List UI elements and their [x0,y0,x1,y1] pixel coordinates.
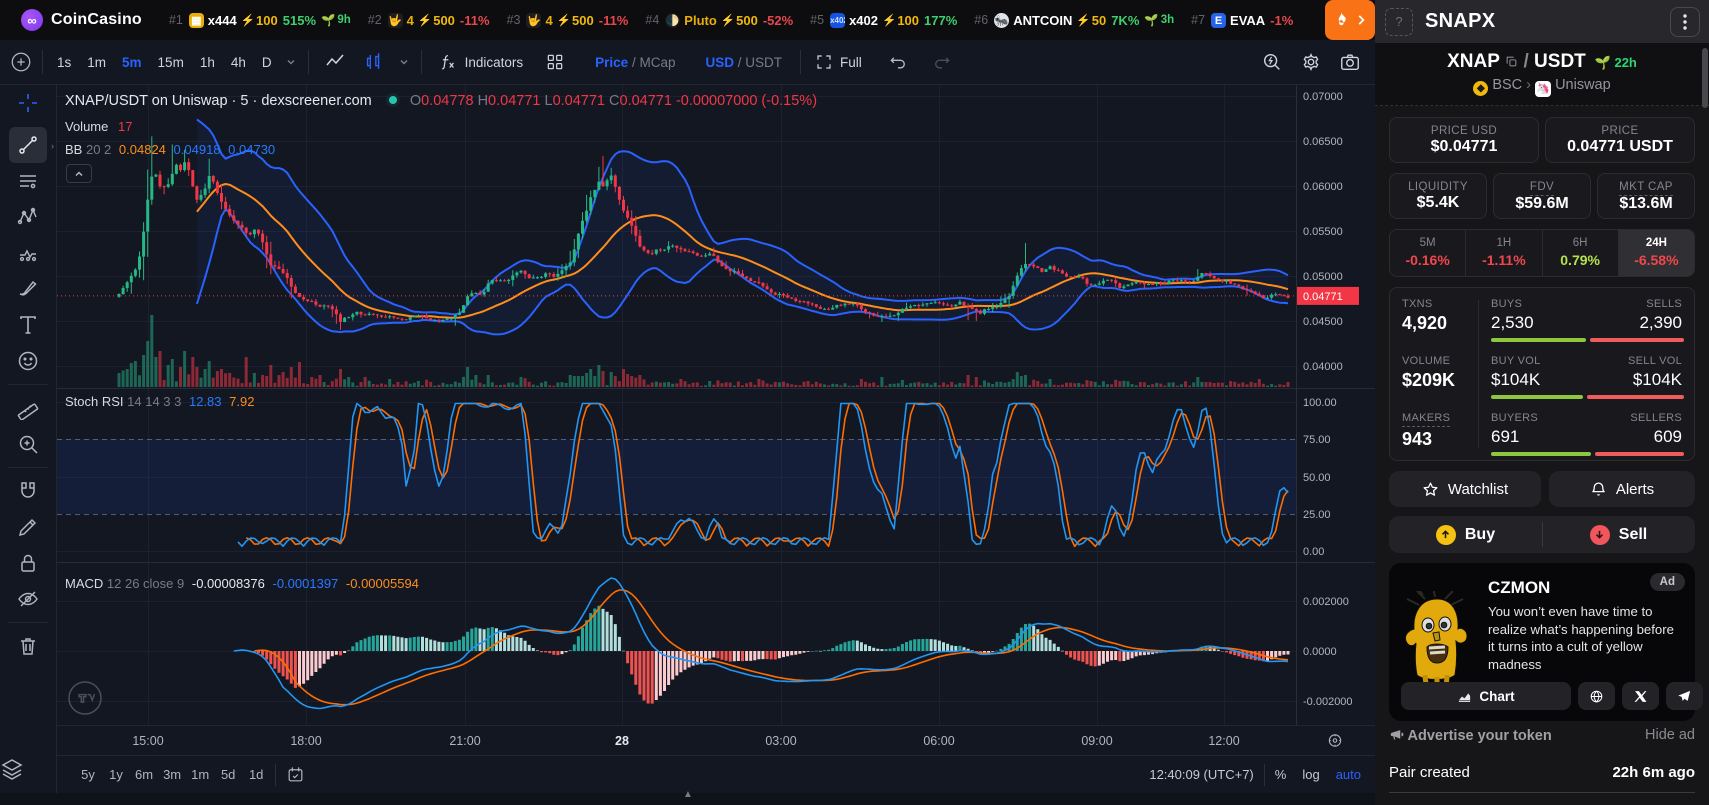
svg-text:0.05000: 0.05000 [1303,271,1343,283]
svg-text:0.04771: 0.04771 [1303,291,1343,303]
svg-text:0.0000: 0.0000 [1303,646,1337,658]
svg-text:0.002000: 0.002000 [1303,596,1349,608]
svg-text:0.04500: 0.04500 [1303,316,1343,328]
svg-text:0.04000: 0.04000 [1303,361,1343,373]
svg-text:25.00: 25.00 [1303,509,1331,521]
svg-text:75.00: 75.00 [1303,434,1331,446]
svg-text:0.06500: 0.06500 [1303,136,1343,148]
svg-text:50.00: 50.00 [1303,472,1331,484]
svg-text:0.07000: 0.07000 [1303,91,1343,103]
svg-text:0.06000: 0.06000 [1303,181,1343,193]
svg-text:0.05500: 0.05500 [1303,226,1343,238]
svg-text:0.00: 0.00 [1303,546,1324,558]
svg-text:-0.002000: -0.002000 [1303,696,1353,708]
svg-text:100.00: 100.00 [1303,397,1337,409]
